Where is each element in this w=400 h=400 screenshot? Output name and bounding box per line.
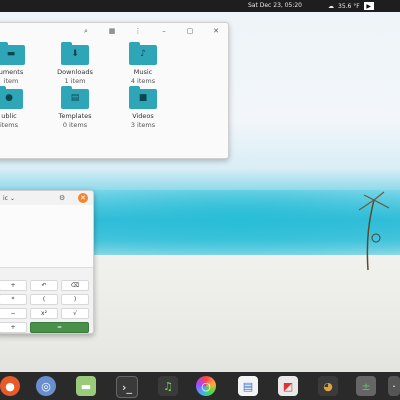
folder-count: 4 items	[130, 77, 156, 85]
folder-templates[interactable]: ▤ Templates 0 items	[47, 86, 103, 129]
dock: ● ◎ ▬ ›_ ♫ ○ ▤ ◩ ◕ ± ·	[0, 372, 400, 400]
folder-name: Videos	[132, 112, 154, 120]
key-minus[interactable]: −	[0, 308, 27, 319]
dock-terminal[interactable]: ›_	[116, 376, 138, 398]
view-toggle-icon[interactable]: ▦	[106, 27, 118, 36]
calculator-window: ic ⌄ ⚙ ✕ + ↶ ⌫ * ( ) − x² √ + =	[0, 190, 94, 334]
folder-templates-icon: ▤	[61, 86, 89, 109]
key-add[interactable]: +	[0, 322, 27, 333]
key-square[interactable]: x²	[30, 308, 58, 319]
folder-music[interactable]: ♪ Music 4 items	[115, 42, 171, 85]
screenshot-icon: ◩	[282, 379, 294, 393]
calculator-titlebar: ic ⌄ ⚙ ✕	[0, 191, 93, 205]
mode-selector[interactable]: ic ⌄	[3, 195, 15, 202]
weather-temperature[interactable]: 35.6 °F	[338, 3, 360, 10]
app-icon: ·	[392, 379, 396, 393]
document-icon: ▤	[242, 379, 254, 393]
folder-count: 3 items	[130, 121, 156, 129]
dock-browser[interactable]: ◎	[36, 376, 56, 396]
file-manager-window: ⌕ ▦ ⋮ – ▢ ✕ ▬ uments item ⬇ Downloads 1 …	[0, 22, 229, 159]
key-multiply[interactable]: *	[0, 294, 27, 305]
key-open-paren[interactable]: (	[30, 294, 58, 305]
folder-documents[interactable]: ▬ uments item	[0, 42, 39, 85]
dock-color-picker[interactable]: ○	[196, 376, 216, 396]
top-panel: Sat Dec 23, 05:20 ☁ 35.6 °F ▶	[0, 0, 400, 12]
key-plus[interactable]: +	[0, 280, 27, 291]
weather-icon[interactable]: ☁	[328, 3, 334, 10]
key-equals[interactable]: =	[30, 322, 89, 333]
close-icon[interactable]: ✕	[210, 27, 222, 36]
keypad: + ↶ ⌫ * ( ) − x² √ + =	[0, 280, 89, 333]
dock-firefox[interactable]: ●	[0, 376, 20, 396]
folder-count: 1 item	[64, 77, 86, 85]
dock-files[interactable]: ▬	[76, 376, 96, 396]
chevron-down-icon: ⌄	[9, 195, 15, 202]
search-icon[interactable]: ⌕	[80, 27, 92, 36]
palette-icon: ○	[201, 379, 211, 393]
dock-calculator[interactable]: ±	[356, 376, 376, 396]
firefox-icon: ●	[5, 379, 15, 393]
key-backspace[interactable]: ⌫	[61, 280, 89, 291]
gear-icon[interactable]: ⚙	[59, 194, 65, 202]
maximize-icon[interactable]: ▢	[184, 27, 196, 36]
system-tray: ☁ 35.6 °F ▶	[328, 2, 374, 10]
dock-music[interactable]: ♫	[158, 376, 178, 396]
play-icon[interactable]: ▶	[363, 2, 374, 10]
folder-public-icon: ●	[0, 86, 23, 109]
files-icon: ▬	[80, 379, 92, 393]
folder-download-icon: ⬇	[61, 42, 89, 65]
dock-text-editor[interactable]: ▤	[238, 376, 258, 396]
minimize-icon[interactable]: –	[158, 27, 170, 36]
folder-count: items	[0, 121, 19, 129]
music-icon: ♫	[163, 379, 173, 393]
dock-screenshot[interactable]: ◩	[278, 376, 298, 396]
folder-downloads[interactable]: ⬇ Downloads 1 item	[47, 42, 103, 85]
clock[interactable]: Sat Dec 23, 05:20	[248, 2, 302, 9]
folder-public[interactable]: ● ublic items	[0, 86, 37, 129]
folder-name: Downloads	[57, 68, 93, 76]
folder-name: Templates	[58, 112, 92, 120]
menu-icon[interactable]: ⋮	[132, 27, 144, 36]
calculator-icon: ±	[361, 379, 371, 393]
folder-videos-icon: ■	[129, 86, 157, 109]
dock-gimp[interactable]: ◕	[318, 376, 338, 396]
key-sqrt[interactable]: √	[61, 308, 89, 319]
folder-name: Music	[133, 68, 153, 76]
gimp-icon: ◕	[323, 379, 333, 393]
calculator-display[interactable]	[0, 205, 93, 268]
folder-count: 0 items	[62, 121, 88, 129]
palm-tree-decoration	[358, 191, 390, 270]
folder-videos[interactable]: ■ Videos 3 items	[115, 86, 171, 129]
key-undo[interactable]: ↶	[30, 280, 58, 291]
dock-extra[interactable]: ·	[388, 376, 400, 396]
key-close-paren[interactable]: )	[61, 294, 89, 305]
close-button[interactable]: ✕	[78, 193, 88, 203]
folder-music-icon: ♪	[129, 42, 157, 65]
window-controls: ⌕ ▦ ⋮ – ▢ ✕	[80, 27, 222, 36]
terminal-icon: ›_	[122, 380, 132, 394]
folder-count: item	[3, 77, 19, 85]
globe-icon: ◎	[41, 379, 51, 393]
folder-name: uments	[0, 68, 24, 76]
folder-documents-icon: ▬	[0, 42, 25, 65]
folder-name: ublic	[1, 112, 17, 120]
